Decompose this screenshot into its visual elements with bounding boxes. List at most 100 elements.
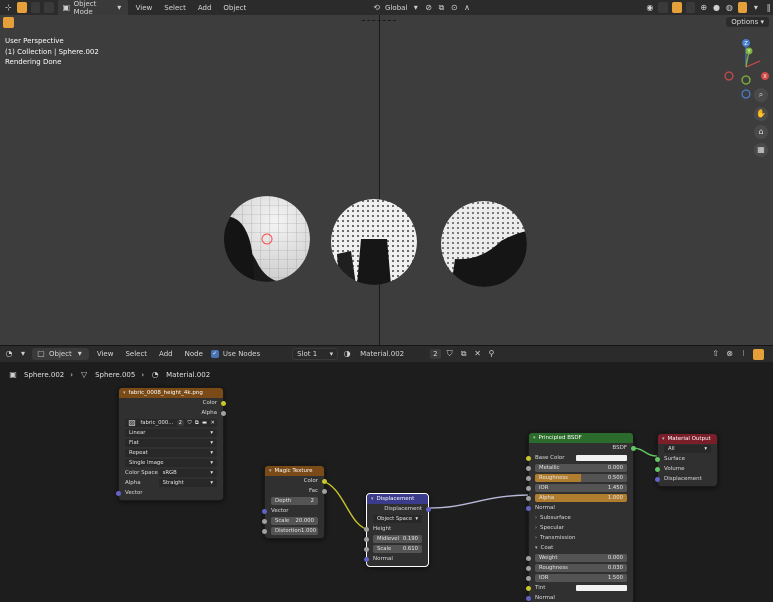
pivot-icon[interactable]: ⊘ — [424, 3, 433, 13]
snap-icon[interactable]: ⧉ — [437, 3, 446, 13]
node-header[interactable]: ▾ Displacement — [367, 494, 428, 504]
sphere-object[interactable] — [224, 196, 310, 282]
pause-icon[interactable]: ‖ — [764, 3, 773, 13]
falloff-icon[interactable]: ∧ — [463, 3, 472, 13]
collapse-icon[interactable]: ▾ — [533, 435, 536, 441]
material-shading-icon[interactable]: ◍ — [725, 3, 734, 13]
use-nodes-checkbox[interactable]: ✓ — [210, 350, 219, 358]
socket-icon[interactable] — [655, 476, 660, 482]
socket-icon[interactable] — [526, 465, 531, 471]
options-dropdown[interactable]: Options ▾ — [726, 17, 769, 27]
distortion-field[interactable]: Distortion 1.000 — [271, 527, 318, 535]
panel-specular[interactable]: › Specular — [529, 523, 633, 533]
camera-view-icon[interactable]: ⌂ — [754, 125, 768, 139]
coat-weight-field[interactable]: Weight 0.000 — [535, 554, 627, 562]
snap-mode-icon[interactable]: ⁝ — [739, 349, 749, 359]
collapse-icon[interactable]: ▾ — [269, 468, 272, 474]
socket-icon[interactable] — [322, 488, 327, 494]
metallic-field[interactable]: Metallic 0.000 — [535, 464, 627, 472]
rendered-shading-icon[interactable] — [737, 2, 748, 13]
projection-dropdown[interactable]: Flat ▾ — [125, 439, 217, 447]
socket-icon[interactable] — [526, 485, 531, 491]
socket-icon[interactable] — [221, 410, 226, 416]
extension-dropdown[interactable]: Repeat ▾ — [125, 449, 217, 457]
parent-node-tree-icon[interactable]: ⇧ — [711, 349, 721, 359]
editor-type-icon[interactable]: ◔ — [4, 349, 14, 359]
open-folder-icon[interactable]: ▬ — [202, 420, 207, 426]
socket-icon[interactable] — [526, 565, 531, 571]
socket-icon[interactable] — [116, 490, 121, 496]
color-space-dropdown[interactable]: sRGB ▾ — [158, 469, 217, 477]
select-subtract-icon[interactable] — [44, 2, 54, 13]
socket-icon[interactable] — [526, 505, 531, 511]
socket-icon[interactable] — [526, 455, 531, 461]
perspective-grid-icon[interactable]: ▦ — [754, 143, 768, 157]
menu-select[interactable]: Select — [121, 350, 151, 358]
socket-icon[interactable] — [221, 400, 226, 406]
node-header[interactable]: ▾ Principled BSDF — [529, 433, 633, 443]
coat-ior-field[interactable]: IOR 1.500 — [535, 574, 627, 582]
space-dropdown[interactable]: Object Space ▾ — [373, 515, 422, 523]
interpolation-dropdown[interactable]: Linear ▾ — [125, 429, 217, 437]
sphere-object[interactable] — [441, 201, 527, 287]
socket-icon[interactable] — [262, 528, 267, 534]
socket-icon[interactable] — [364, 536, 369, 542]
menu-add[interactable]: Add — [155, 350, 177, 358]
midlevel-field[interactable]: Midlevel 0.190 — [373, 535, 422, 543]
pin-icon[interactable]: ⚲ — [487, 349, 497, 359]
node-header[interactable]: ▾ fabric_0008_height_4k.png — [119, 388, 223, 398]
close-icon[interactable]: ✕ — [473, 349, 483, 359]
socket-icon[interactable] — [526, 585, 531, 591]
socket-icon[interactable] — [262, 508, 267, 514]
transform-orientation-dropdown[interactable]: Global — [385, 4, 407, 12]
alpha-field[interactable]: Alpha 1.000 — [535, 494, 627, 502]
socket-icon[interactable] — [364, 526, 369, 532]
magic-texture-node[interactable]: ▾ Magic Texture Color Fac Depth 2 Vector … — [262, 465, 327, 539]
coat-tint-swatch[interactable] — [575, 585, 627, 591]
alpha-mode-dropdown[interactable]: Straight ▾ — [158, 479, 217, 487]
wireframe-shading-icon[interactable]: ⊕ — [699, 3, 708, 13]
image-texture-node[interactable]: ▾ fabric_0008_height_4k.png Color Alpha … — [116, 387, 226, 501]
collapse-icon[interactable]: ▾ — [371, 496, 374, 502]
image-datablock-field[interactable]: ▨ fabric_000... 2 ⛉ ⧉ ▬ ✕ — [125, 418, 217, 427]
socket-icon[interactable] — [631, 445, 636, 451]
gizmo-icon[interactable] — [658, 2, 668, 13]
node-header[interactable]: ▾ Material Output — [658, 434, 717, 444]
duplicate-icon[interactable]: ⧉ — [195, 420, 199, 427]
source-dropdown[interactable]: Single Image ▾ — [125, 459, 217, 467]
scale-field[interactable]: Scale 20.000 — [271, 517, 318, 525]
socket-icon[interactable] — [526, 555, 531, 561]
collapse-icon[interactable]: ▾ — [123, 390, 126, 396]
snap-icon[interactable]: ⊗ — [725, 349, 735, 359]
shading-options-icon[interactable]: ▾ — [751, 3, 760, 13]
scale-field[interactable]: Scale 0.610 — [373, 545, 422, 553]
tweak-tool-icon[interactable] — [3, 17, 14, 28]
depth-field[interactable]: Depth 2 — [271, 497, 318, 505]
socket-icon[interactable] — [526, 475, 531, 481]
menu-select[interactable]: Select — [160, 4, 190, 12]
ior-field[interactable]: IOR 1.450 — [535, 484, 627, 492]
fake-user-shield-icon[interactable]: ⛉ — [187, 420, 191, 427]
overlay-icon[interactable] — [752, 348, 764, 360]
node-header[interactable]: ▾ Magic Texture — [265, 466, 324, 476]
material-name-field[interactable]: Material.002 — [356, 349, 427, 359]
shader-type-dropdown[interactable]: ▢ Object ▾ — [32, 348, 89, 360]
visibility-icon[interactable]: ◉ — [645, 3, 654, 13]
socket-icon[interactable] — [364, 556, 369, 562]
zoom-icon[interactable]: ⌕ — [754, 88, 768, 102]
proportional-edit-icon[interactable]: ⊙ — [450, 3, 459, 13]
sphere-object[interactable] — [331, 199, 417, 285]
socket-icon[interactable] — [655, 466, 660, 472]
menu-object[interactable]: Object — [219, 4, 250, 12]
material-output-node[interactable]: ▾ Material Output All ▾ Surface Volume Di… — [655, 433, 718, 487]
pan-hand-icon[interactable]: ✋ — [754, 107, 768, 121]
coat-roughness-field[interactable]: Roughness 0.030 — [535, 564, 627, 572]
roughness-field[interactable]: Roughness 0.500 — [535, 474, 627, 482]
solid-shading-icon[interactable]: ● — [712, 3, 721, 13]
socket-icon[interactable] — [262, 518, 267, 524]
menu-add[interactable]: Add — [194, 4, 216, 12]
3d-viewport[interactable]: User Perspective (1) Collection | Sphere… — [0, 15, 773, 345]
material-sphere-icon[interactable]: ◑ — [342, 349, 352, 359]
close-icon[interactable]: ✕ — [210, 420, 214, 426]
socket-icon[interactable] — [364, 546, 369, 552]
